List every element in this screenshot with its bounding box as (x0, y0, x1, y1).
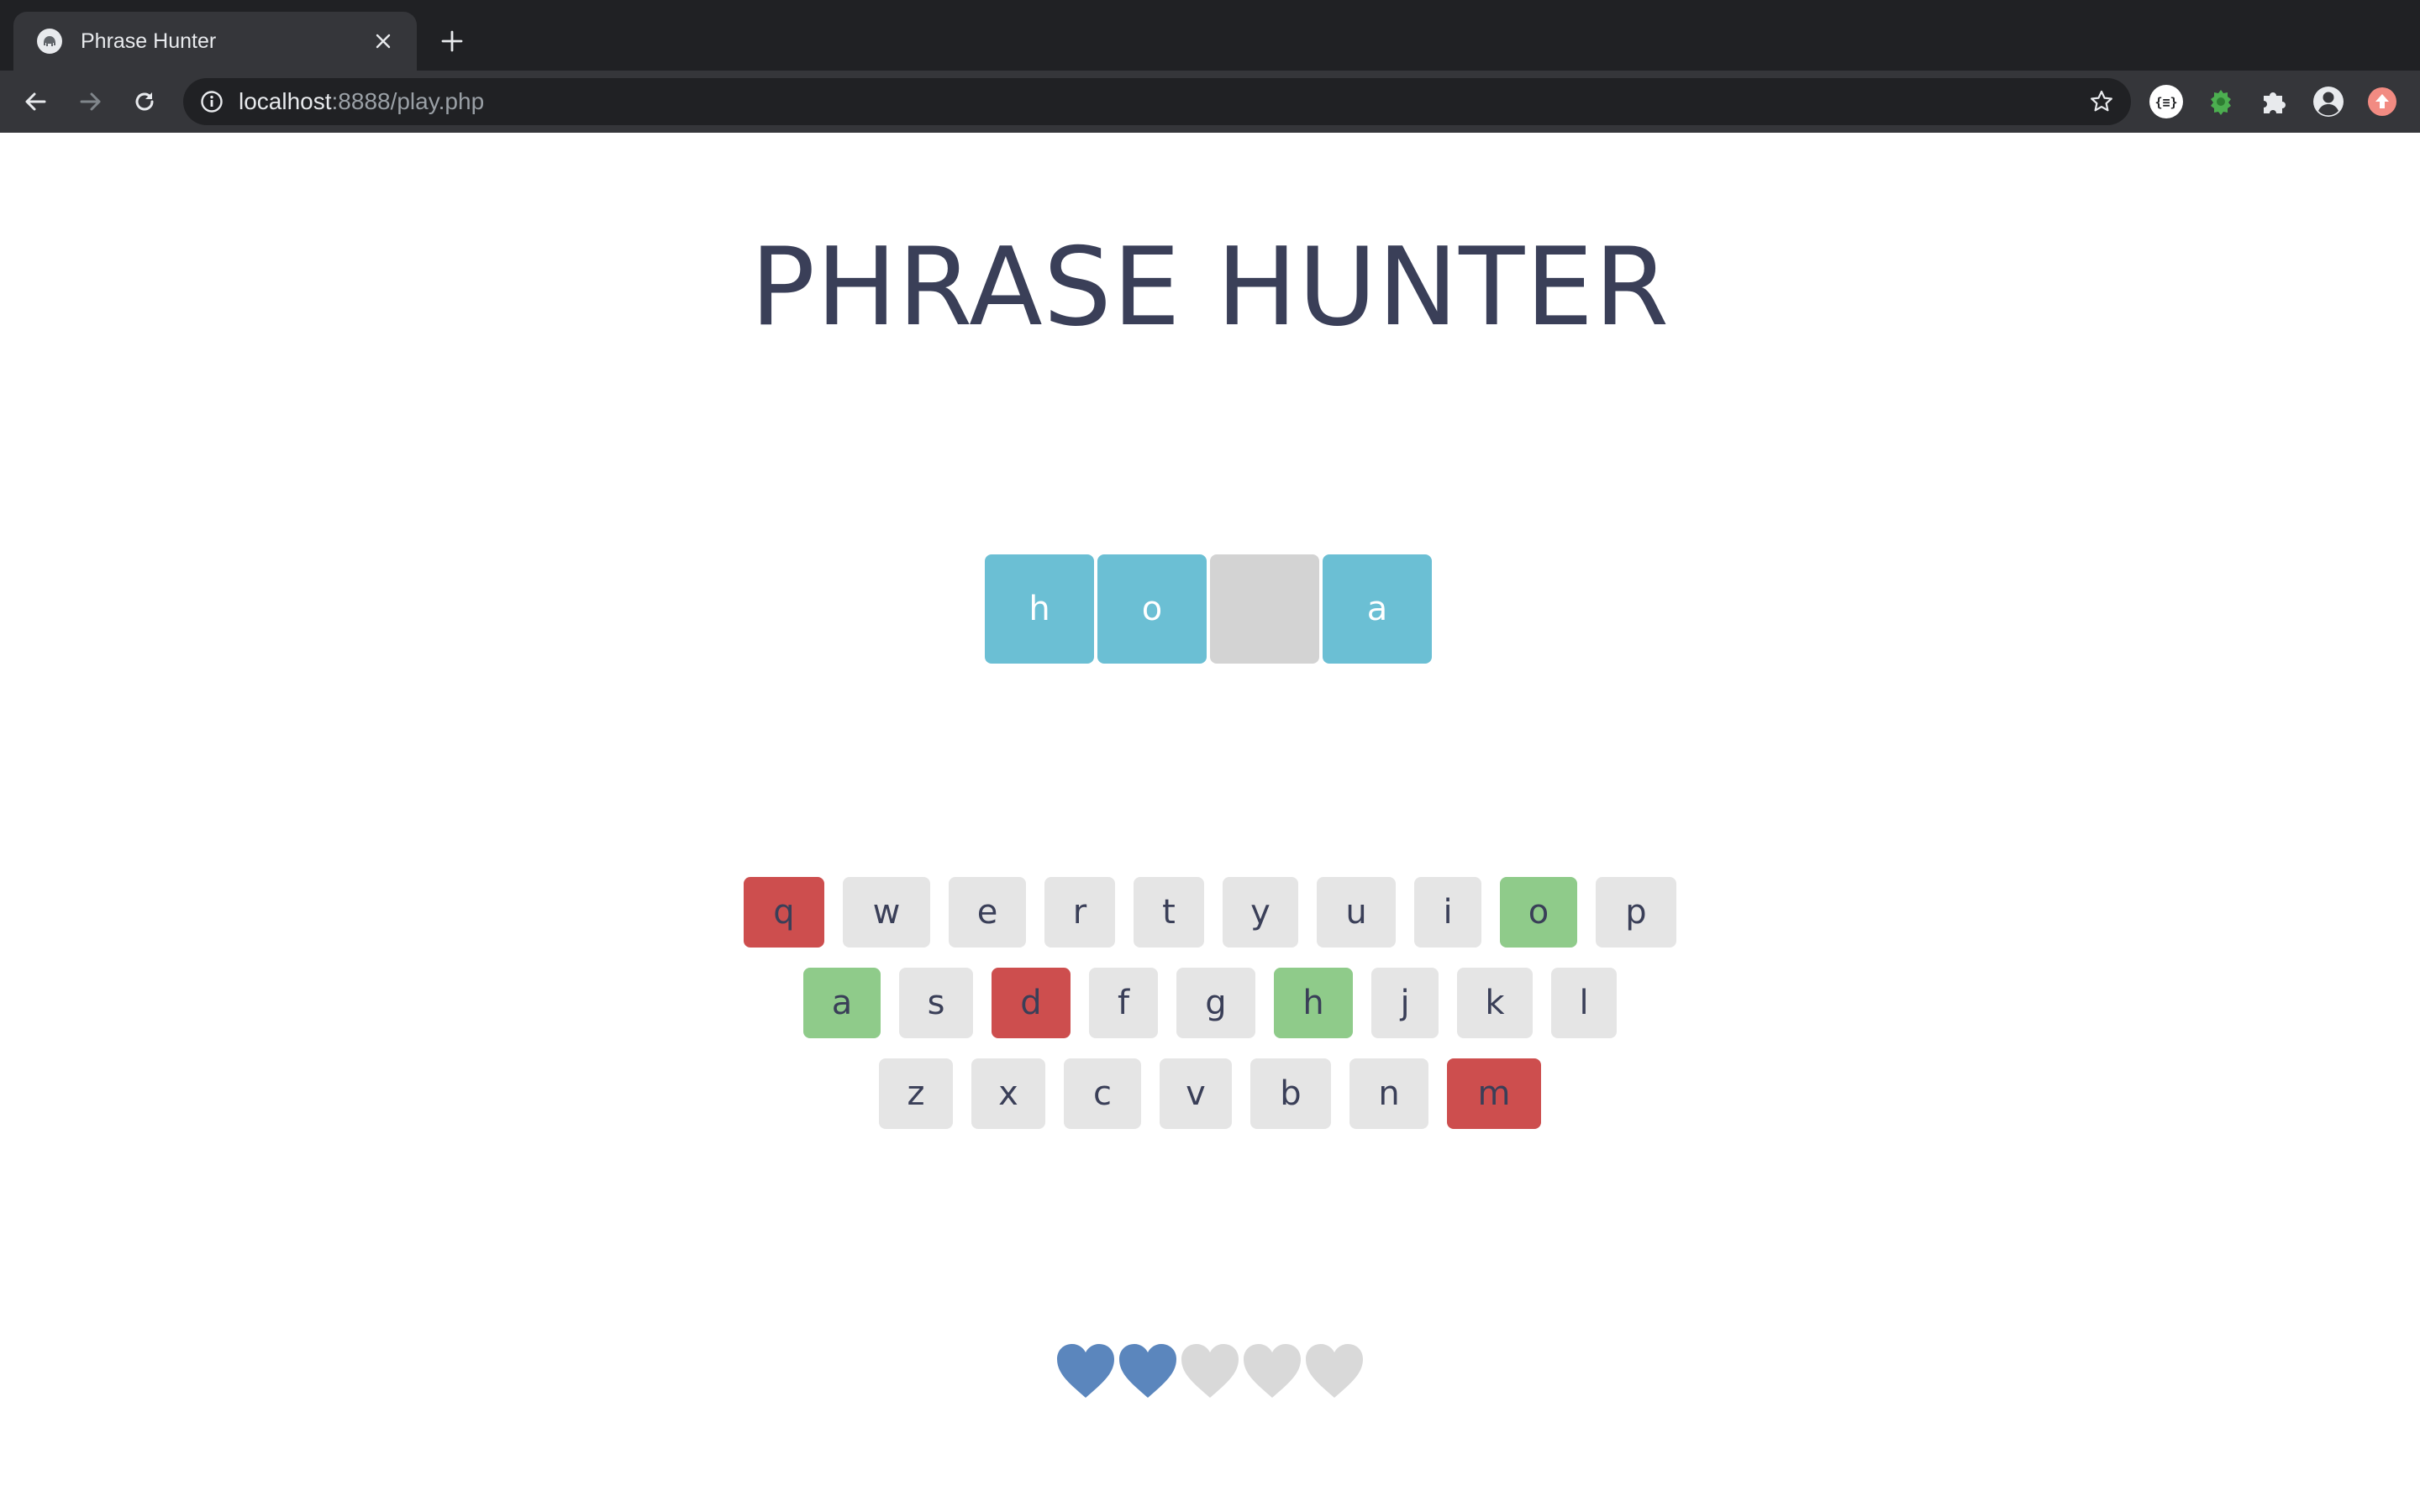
address-bar[interactable]: localhost:8888/play.php (183, 78, 2131, 125)
key-p[interactable]: p (1596, 877, 1676, 948)
info-icon[interactable] (198, 88, 225, 115)
lives-scoreboard (1055, 1342, 1365, 1403)
key-y[interactable]: y (1223, 877, 1298, 948)
keyboard-row: qwertyuiop (0, 877, 2420, 948)
key-s[interactable]: s (899, 968, 973, 1038)
key-q[interactable]: q (744, 877, 824, 948)
onscreen-keyboard: qwertyuiop asdfghjkl zxcvbnm (0, 877, 2420, 1149)
address-url: localhost:8888/play.php (239, 78, 484, 125)
key-r[interactable]: r (1044, 877, 1115, 948)
elephant-favicon-icon (37, 29, 62, 54)
phrase-letter-box: o (1097, 554, 1207, 664)
key-d[interactable]: d (992, 968, 1071, 1038)
browser-toolbar: localhost:8888/play.php {≡} (0, 71, 2420, 133)
url-path: :8888/play.php (331, 88, 485, 114)
key-z[interactable]: z (879, 1058, 953, 1129)
key-w[interactable]: w (843, 877, 930, 948)
key-u[interactable]: u (1317, 877, 1396, 948)
key-b[interactable]: b (1250, 1058, 1331, 1129)
key-x[interactable]: x (971, 1058, 1045, 1129)
url-host: localhost (239, 88, 332, 114)
heart-icon (1180, 1342, 1240, 1403)
arrow-right-icon[interactable] (72, 83, 109, 120)
phrase-display: ho a (985, 554, 1432, 664)
star-icon[interactable] (2087, 87, 2116, 116)
heart-icon (1242, 1342, 1302, 1403)
plus-icon[interactable] (434, 23, 471, 60)
game-page: PHRASE HUNTER hoa qwertyuiopasdfghjklzxc… (0, 133, 2420, 1512)
key-f[interactable]: f (1089, 968, 1158, 1038)
account-circle-icon[interactable] (2311, 84, 2346, 119)
reload-icon[interactable] (126, 83, 163, 120)
game-title: PHRASE HUNTER (750, 225, 1670, 350)
key-i[interactable]: i (1414, 877, 1481, 948)
key-l[interactable]: l (1551, 968, 1617, 1038)
phrase-letter-box: h (985, 554, 1094, 664)
key-m[interactable]: m (1447, 1058, 1541, 1129)
close-icon[interactable] (368, 26, 398, 56)
json-braces-icon[interactable]: {≡} (2149, 84, 2184, 119)
update-arrow-icon[interactable] (2365, 84, 2400, 119)
browser-tabstrip: Phrase Hunter (0, 0, 2420, 71)
keyboard-row: asdfghjkl (0, 968, 2420, 1038)
puzzle-icon[interactable] (2256, 84, 2291, 119)
phrase-letter-box: a (1323, 554, 1432, 664)
arrow-left-icon[interactable] (17, 83, 54, 120)
key-v[interactable]: v (1160, 1058, 1232, 1129)
key-t[interactable]: t (1134, 877, 1204, 948)
phrase-space-box (1210, 554, 1319, 664)
key-e[interactable]: e (949, 877, 1026, 948)
bug-icon[interactable] (2203, 84, 2238, 119)
browser-tab[interactable]: Phrase Hunter (13, 12, 417, 71)
heart-icon (1118, 1342, 1178, 1403)
key-a[interactable]: a (803, 968, 881, 1038)
key-j[interactable]: j (1371, 968, 1439, 1038)
key-n[interactable]: n (1349, 1058, 1428, 1129)
key-g[interactable]: g (1176, 968, 1255, 1038)
key-h[interactable]: h (1274, 968, 1353, 1038)
svg-text:{≡}: {≡} (2154, 95, 2177, 110)
key-c[interactable]: c (1064, 1058, 1141, 1129)
heart-icon (1055, 1342, 1116, 1403)
tab-title: Phrase Hunter (81, 29, 217, 53)
key-k[interactable]: k (1457, 968, 1533, 1038)
key-o[interactable]: o (1500, 877, 1577, 948)
heart-icon (1304, 1342, 1365, 1403)
keyboard-row: zxcvbnm (0, 1058, 2420, 1129)
